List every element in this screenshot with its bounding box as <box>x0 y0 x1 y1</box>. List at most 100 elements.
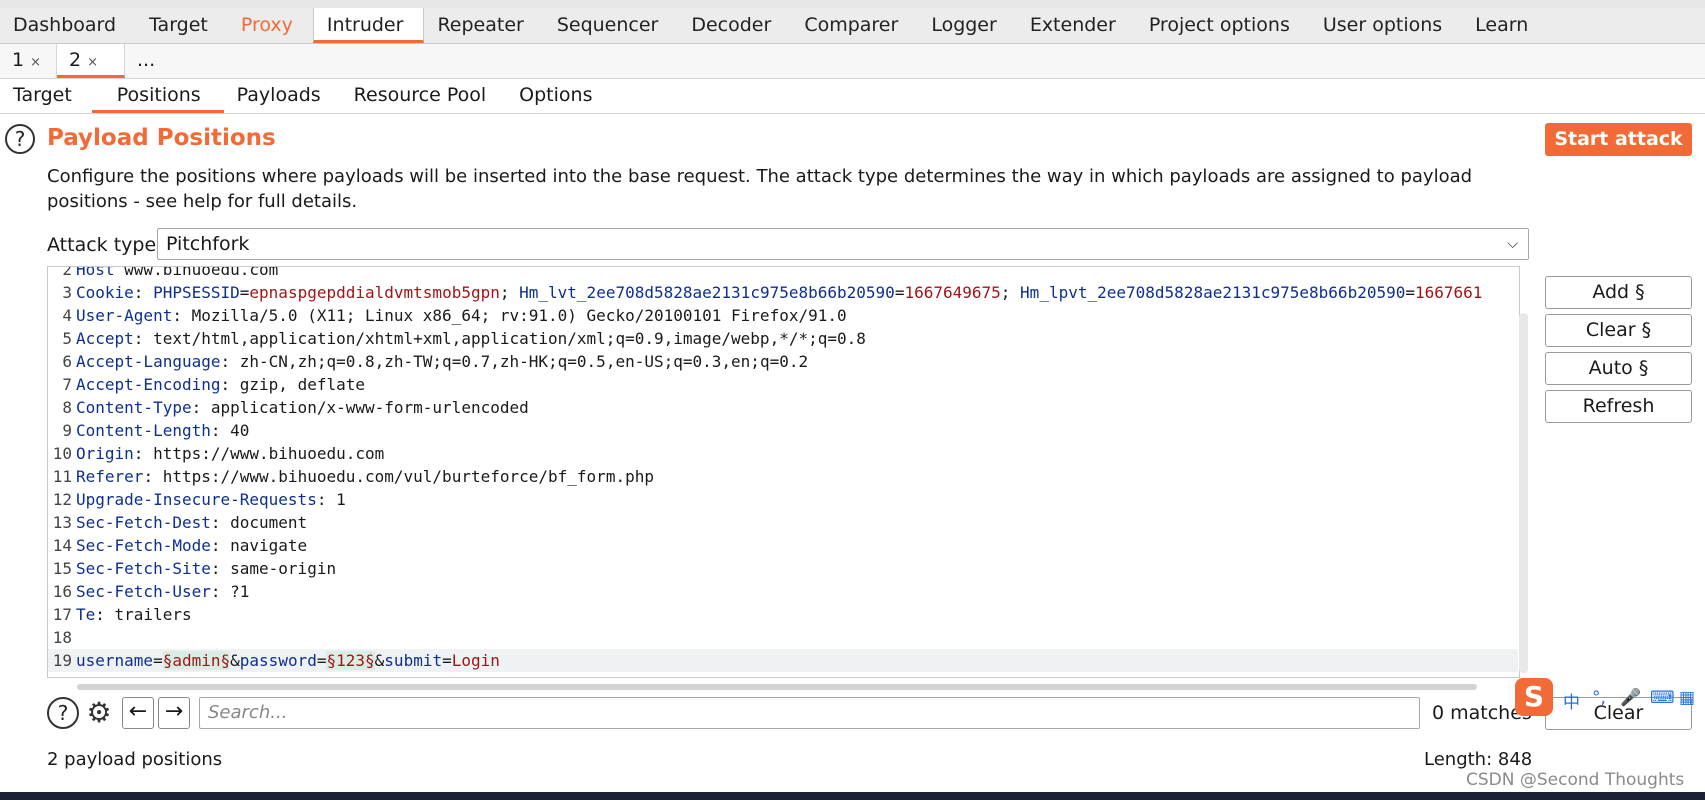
header-name: Accept-Encoding <box>76 375 221 394</box>
tab-intruder[interactable]: Intruder <box>312 8 425 43</box>
line-number: 8 <box>62 398 72 417</box>
header-value: : zh-CN,zh;q=0.8,zh-TW;q=0.7,zh-HK;q=0.5… <box>220 352 809 371</box>
line-number: 11 <box>52 467 72 486</box>
ime-toolbar[interactable]: S 中 °, 🎤 ⌨ ▦ <box>1515 676 1705 722</box>
subtab-payloads[interactable]: Payloads <box>224 79 341 113</box>
tab-comparer[interactable]: Comparer <box>791 8 918 43</box>
request-line[interactable]: 14 Sec-Fetch-Mode: navigate <box>48 534 1518 557</box>
request-line[interactable]: 4 User-Agent: Mozilla/5.0 (X11; Linux x86… <box>48 304 1518 327</box>
subtab-target[interactable]: Target <box>0 79 92 113</box>
request-tab-1[interactable]: 1 × <box>0 44 57 78</box>
request-tab-2[interactable]: 2 × <box>57 44 125 78</box>
request-tab-label: 1 <box>12 49 25 71</box>
search-input[interactable]: Search... <box>199 697 1420 729</box>
subtab-resource-pool[interactable]: Resource Pool <box>341 79 506 113</box>
grid-icon[interactable]: ▦ <box>1679 688 1695 708</box>
subtab-positions[interactable]: Positions <box>91 79 224 113</box>
tab-dashboard[interactable]: Dashboard <box>0 8 136 43</box>
request-line[interactable]: 17 Te: trailers <box>48 603 1518 626</box>
header-value: : text/html,application/xhtml+xml,applic… <box>133 329 866 348</box>
request-line[interactable]: 18 <box>48 626 1518 649</box>
request-line[interactable]: 2 Host www.bihuoedu.com <box>48 266 1518 281</box>
clear-markers-button[interactable]: Clear § <box>1545 314 1692 347</box>
request-line[interactable]: 6 Accept-Language: zh-CN,zh;q=0.8,zh-TW;q… <box>48 350 1518 373</box>
header-name: Accept <box>76 329 134 348</box>
request-line[interactable]: 10 Origin: https://www.bihuoedu.com <box>48 442 1518 465</box>
payload-marker: §123§ <box>326 651 375 670</box>
add-marker-button[interactable]: Add § <box>1545 276 1692 309</box>
tab-logger[interactable]: Logger <box>918 8 1017 43</box>
attack-type-select[interactable]: Pitchfork ⌵ <box>157 228 1529 260</box>
tab-target[interactable]: Target <box>136 8 228 43</box>
taskbar-strip <box>0 792 1705 800</box>
request-line[interactable]: 3 Cookie: PHPSESSID=epnaspgepddialdvmtsmo… <box>48 281 1518 304</box>
request-line[interactable]: 9 Content-Length: 40 <box>48 419 1518 442</box>
tab-repeater[interactable]: Repeater <box>424 8 543 43</box>
start-attack-button[interactable]: Start attack <box>1545 123 1692 156</box>
header-value: : https://www.bihuoedu.com <box>133 444 385 463</box>
request-editor[interactable]: 2 Host www.bihuoedu.com 3 Cookie: PHPSESSID… <box>47 266 1520 678</box>
header-value: : same-origin <box>210 559 337 578</box>
line-number: 7 <box>62 375 72 394</box>
tab-proxy[interactable]: Proxy <box>228 8 313 43</box>
subtab-options[interactable]: Options <box>506 79 612 113</box>
line-number: 4 <box>62 306 72 325</box>
request-line[interactable]: 12 Upgrade-Insecure-Requests: 1 <box>48 488 1518 511</box>
header-value: : 1 <box>316 490 346 509</box>
header-name: Sec-Fetch-Site <box>76 559 211 578</box>
tab-decoder[interactable]: Decoder <box>678 8 791 43</box>
keyboard-icon[interactable]: ⌨ <box>1650 688 1675 708</box>
line-number: 18 <box>52 628 72 647</box>
microphone-icon[interactable]: 🎤 <box>1620 688 1641 708</box>
request-line[interactable]: 13 Sec-Fetch-Dest: document <box>48 511 1518 534</box>
search-help-icon[interactable]: ? <box>47 697 79 729</box>
request-line[interactable]: 5 Accept: text/html,application/xhtml+xml… <box>48 327 1518 350</box>
tab-user-options[interactable]: User options <box>1310 8 1462 43</box>
help-icon[interactable]: ? <box>5 124 35 154</box>
request-token: PHPSESSID <box>153 283 240 302</box>
request-length: Length: 848 <box>1424 749 1533 770</box>
request-token: & <box>374 651 385 670</box>
request-token: password <box>239 651 317 670</box>
ime-language-icon[interactable]: 中 <box>1563 688 1580 713</box>
header-value: : 40 <box>210 421 250 440</box>
tab-project-options[interactable]: Project options <box>1136 8 1310 43</box>
tab-sequencer[interactable]: Sequencer <box>544 8 679 43</box>
tab-extender[interactable]: Extender <box>1017 8 1136 43</box>
header-value: : ?1 <box>210 582 250 601</box>
line-number: 5 <box>62 329 72 348</box>
horizontal-scrollbar[interactable] <box>77 684 1477 690</box>
request-line[interactable]: 11 Referer: https://www.bihuoedu.com/vul/… <box>48 465 1518 488</box>
ime-logo-icon[interactable]: S <box>1515 678 1553 716</box>
request-token: username <box>76 651 154 670</box>
line-number: 13 <box>52 513 72 532</box>
request-line[interactable]: 16 Sec-Fetch-User: ?1 <box>48 580 1518 603</box>
request-line[interactable]: 8 Content-Type: application/x-www-form-ur… <box>48 396 1518 419</box>
request-token: Hm_lpvt_2ee708d5828ae2131c975e8b66b20590 <box>1020 283 1406 302</box>
request-line[interactable]: 19 username=§admin§&password=§123§&submit… <box>48 649 1518 672</box>
request-line[interactable]: 7 Accept-Encoding: gzip, deflate <box>48 373 1518 396</box>
header-name: Host <box>76 266 115 279</box>
request-tab-label: 2 <box>69 49 82 71</box>
refresh-button[interactable]: Refresh <box>1545 390 1692 423</box>
line-number: 14 <box>52 536 72 555</box>
request-token: = <box>894 283 905 302</box>
request-token: 1667661 <box>1415 283 1483 302</box>
close-icon[interactable]: × <box>87 55 98 70</box>
ime-punctuation-icon[interactable]: °, <box>1592 688 1606 708</box>
gear-icon[interactable]: ⚙ <box>83 697 115 729</box>
forward-arrow-button[interactable]: → <box>158 697 190 729</box>
attack-type-label: Attack type: <box>47 234 163 256</box>
back-arrow-button[interactable]: ← <box>122 697 154 729</box>
request-line[interactable]: 15 Sec-Fetch-Site: same-origin <box>48 557 1518 580</box>
line-number: 16 <box>52 582 72 601</box>
watermark: CSDN @Second Thoughts <box>1466 770 1685 790</box>
tab-learn[interactable]: Learn <box>1462 8 1548 43</box>
vertical-scrollbar[interactable] <box>1519 313 1528 673</box>
chevron-down-icon: ⌵ <box>1507 236 1518 252</box>
request-token: = <box>442 651 452 670</box>
new-tab-button[interactable]: ... <box>125 44 173 78</box>
request-token: = <box>1405 283 1415 302</box>
auto-markers-button[interactable]: Auto § <box>1545 352 1692 385</box>
close-icon[interactable]: × <box>30 55 41 70</box>
